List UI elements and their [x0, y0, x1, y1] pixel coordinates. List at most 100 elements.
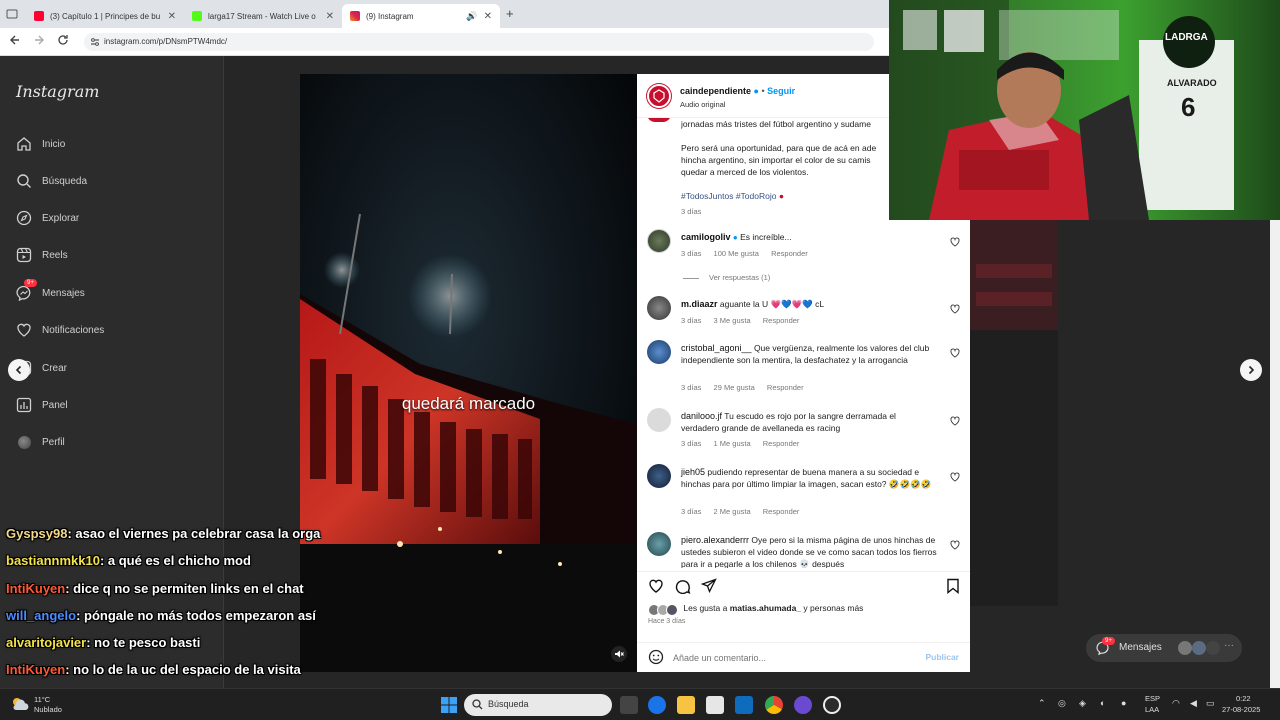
- battery-icon[interactable]: ▭: [1206, 698, 1215, 709]
- commenter-avatar[interactable]: [647, 340, 671, 364]
- tray-app-icon[interactable]: ◐: [1100, 698, 1105, 708]
- like-comment-heart-icon[interactable]: [950, 237, 960, 247]
- author-username[interactable]: caindependiente: [680, 86, 751, 96]
- comment-username[interactable]: cristobal_agoni__: [681, 343, 752, 353]
- share-icon[interactable]: [701, 578, 717, 594]
- reply-button[interactable]: Responder: [771, 249, 808, 258]
- taskbar-search[interactable]: Búsqueda: [464, 694, 612, 716]
- hashtags-text[interactable]: #TodosJuntos #TodoRojo: [681, 191, 776, 201]
- sidebar-item-perfil[interactable]: Perfil: [16, 432, 65, 452]
- tab-kick[interactable]: larga17 Stream - Watch Live o ✕: [184, 4, 342, 28]
- language-indicator[interactable]: ESP: [1145, 694, 1160, 703]
- store-icon[interactable]: [706, 696, 724, 714]
- follow-button[interactable]: Seguir: [767, 86, 795, 96]
- comment-likes[interactable]: 1 Me gusta: [714, 439, 751, 448]
- comment-likes[interactable]: 2 Me gusta: [714, 507, 751, 516]
- clock-time[interactable]: 0:22: [1236, 694, 1251, 703]
- sidebar-item-explorar[interactable]: Explorar: [16, 208, 79, 228]
- close-icon[interactable]: ✕: [168, 11, 176, 22]
- sidebar-item-panel[interactable]: Panel: [16, 395, 68, 415]
- comment-icon[interactable]: [675, 578, 691, 594]
- tab-menu-icon[interactable]: [6, 7, 18, 19]
- sidebar-item-inicio[interactable]: Inicio: [16, 134, 65, 154]
- comment-likes[interactable]: 3 Me gusta: [714, 316, 751, 325]
- new-tab-button[interactable]: +: [506, 6, 514, 21]
- outlook-icon[interactable]: [735, 696, 753, 714]
- keyboard-layout[interactable]: LAA: [1145, 705, 1159, 714]
- comment-username[interactable]: danilooo.jf: [681, 411, 722, 421]
- reply-button[interactable]: Responder: [763, 316, 800, 325]
- caption-hashtags[interactable]: #TodosJuntos #TodoRojo ●: [681, 190, 784, 202]
- author-avatar[interactable]: [647, 84, 671, 108]
- weather-icon[interactable]: [10, 695, 30, 718]
- view-replies-label[interactable]: Ver respuestas (1): [709, 273, 770, 282]
- sidebar-item-busqueda[interactable]: Búsqueda: [16, 171, 87, 191]
- site-info-icon[interactable]: [90, 37, 100, 49]
- comment-likes[interactable]: 100 Me gusta: [714, 249, 759, 258]
- tray-app-icon[interactable]: ◈: [1079, 698, 1086, 709]
- url-field[interactable]: instagram.com/p/DNsmPTW4mdc/: [84, 33, 874, 51]
- chat-text: : no lo de la uc del espacio de la visit…: [65, 662, 301, 678]
- comment-input[interactable]: [673, 649, 913, 667]
- publish-button[interactable]: Publicar: [925, 652, 959, 662]
- weather-temp[interactable]: 11°C: [34, 695, 50, 704]
- mute-button[interactable]: [611, 646, 627, 662]
- file-explorer-icon[interactable]: [677, 696, 695, 714]
- forward-icon[interactable]: [33, 34, 45, 49]
- like-comment-heart-icon[interactable]: [950, 348, 960, 358]
- comment-username[interactable]: piero.alexanderrr: [681, 535, 749, 545]
- reload-icon[interactable]: [57, 34, 69, 49]
- back-icon[interactable]: [9, 34, 21, 49]
- windows-start-icon[interactable]: [440, 696, 458, 719]
- reply-button[interactable]: Responder: [763, 507, 800, 516]
- like-comment-heart-icon[interactable]: [950, 416, 960, 426]
- commenter-avatar[interactable]: [647, 408, 671, 432]
- commenter-avatar[interactable]: [647, 532, 671, 556]
- like-comment-heart-icon[interactable]: [950, 540, 960, 550]
- comment-likes[interactable]: 29 Me gusta: [714, 383, 755, 392]
- page-scrollbar[interactable]: [1270, 220, 1280, 688]
- commenter-avatar[interactable]: [647, 296, 671, 320]
- chrome-icon[interactable]: [765, 696, 783, 714]
- microphone-icon[interactable]: ●: [1121, 698, 1126, 708]
- audio-label[interactable]: Audio original: [680, 100, 725, 109]
- close-icon[interactable]: ✕: [326, 11, 334, 22]
- wifi-icon[interactable]: ◠: [1172, 698, 1180, 709]
- comment-username[interactable]: m.diaazr: [681, 299, 718, 309]
- tab-instagram[interactable]: (9) Instagram 🔊 ✕: [342, 4, 500, 28]
- reply-button[interactable]: Responder: [763, 439, 800, 448]
- emoji-icon[interactable]: [648, 649, 664, 665]
- liked-by-username[interactable]: matias.ahumada_: [730, 603, 801, 613]
- close-icon[interactable]: ✕: [484, 11, 492, 22]
- liked-by-suffix[interactable]: y personas más: [803, 603, 863, 613]
- like-comment-heart-icon[interactable]: [950, 304, 960, 314]
- obs-icon[interactable]: [823, 696, 841, 714]
- chevron-up-icon[interactable]: ⌃: [1038, 698, 1046, 709]
- sidebar-item-reels[interactable]: Reels: [16, 245, 68, 265]
- task-view-icon[interactable]: [620, 696, 638, 714]
- previous-post-button[interactable]: [8, 359, 30, 381]
- like-comment-heart-icon[interactable]: [950, 472, 960, 482]
- messages-pill[interactable]: 9+ Mensajes ···: [1086, 634, 1242, 662]
- speaker-icon[interactable]: 🔊: [466, 11, 477, 22]
- clock-date[interactable]: 27-08-2025: [1222, 705, 1260, 714]
- next-post-button[interactable]: [1240, 359, 1262, 381]
- commenter-avatar[interactable]: [647, 464, 671, 488]
- reply-button[interactable]: Responder: [767, 383, 804, 392]
- twitch-icon[interactable]: [794, 696, 812, 714]
- view-replies-button[interactable]: Ver respuestas (1): [683, 273, 780, 282]
- instagram-logo[interactable]: Instagram: [16, 82, 99, 101]
- tab-youtube[interactable]: (3) Capítulo 1 | Principes de bu ✕: [26, 4, 184, 28]
- comment-username[interactable]: camilogoliv: [681, 232, 731, 242]
- edge-icon[interactable]: [648, 696, 666, 714]
- tray-app-icon[interactable]: ◎: [1058, 698, 1066, 709]
- stream-dark-region: [970, 330, 1058, 606]
- weather-desc[interactable]: Nublado: [34, 705, 62, 714]
- commenter-avatar[interactable]: [647, 229, 671, 253]
- volume-icon[interactable]: ◀: [1190, 698, 1197, 709]
- comment-username[interactable]: jieh05: [681, 467, 705, 477]
- sidebar-item-mensajes[interactable]: 9+ Mensajes: [16, 279, 85, 303]
- sidebar-item-notificaciones[interactable]: Notificaciones: [16, 320, 104, 340]
- bookmark-icon[interactable]: [946, 578, 960, 594]
- like-heart-icon[interactable]: [648, 578, 664, 594]
